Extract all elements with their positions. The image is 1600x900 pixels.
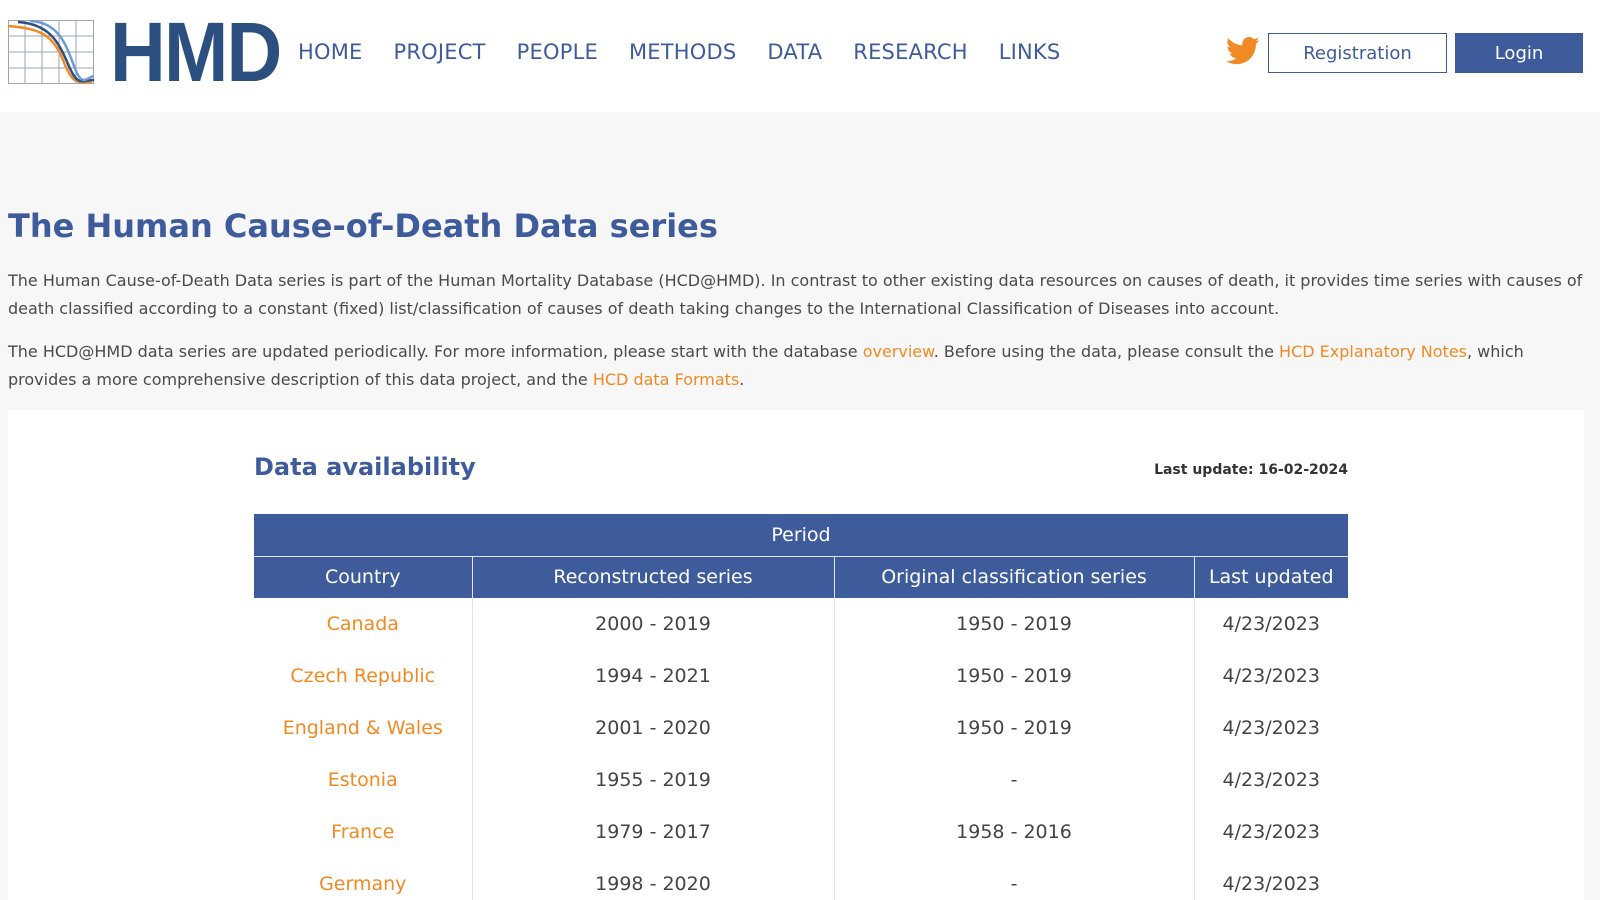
col-header-country: Country [254, 556, 472, 598]
reconstructed-cell: 1998 - 2020 [471, 858, 834, 900]
country-link[interactable]: England & Wales [254, 702, 472, 754]
overview-link[interactable]: overview [863, 342, 934, 361]
original-cell: 1958 - 2016 [833, 806, 1194, 858]
logo-text: HMD [110, 5, 282, 99]
col-header-original: Original classification series [833, 556, 1194, 598]
registration-button[interactable]: Registration [1268, 33, 1447, 73]
last-updated-cell: 4/23/2023 [1193, 806, 1348, 858]
nav-methods[interactable]: METHODS [629, 38, 736, 66]
original-cell: - [833, 754, 1194, 806]
main-nav: HOME PROJECT PEOPLE METHODS DATA RESEARC… [298, 38, 1091, 66]
availability-title: Data availability [254, 453, 476, 481]
last-updated-cell: 4/23/2023 [1193, 858, 1348, 900]
reconstructed-cell: 2001 - 2020 [471, 702, 834, 754]
site-header: HMD HOME PROJECT PEOPLE METHODS DATA RES… [0, 0, 1600, 112]
original-cell: 1950 - 2019 [833, 598, 1194, 650]
last-updated-cell: 4/23/2023 [1193, 650, 1348, 702]
col-header-reconstructed: Reconstructed series [471, 556, 834, 598]
country-link[interactable]: Germany [254, 858, 472, 900]
nav-home[interactable]: HOME [298, 38, 363, 66]
reconstructed-cell: 1955 - 2019 [471, 754, 834, 806]
original-cell: - [833, 858, 1194, 900]
column-header-row: Country Reconstructed series Original cl… [254, 556, 1348, 598]
last-update-label: Last update: 16-02-2024 [1154, 462, 1348, 478]
country-link[interactable]: Estonia [254, 754, 472, 806]
data-formats-link[interactable]: HCD data Formats [593, 370, 739, 389]
nav-links[interactable]: LINKS [999, 38, 1061, 66]
page-title: The Human Cause-of-Death Data series [8, 207, 718, 245]
intro-text-d: . [739, 370, 745, 389]
last-updated-cell: 4/23/2023 [1193, 598, 1348, 650]
intro-paragraph-2: The HCD@HMD data series are updated peri… [8, 338, 1588, 394]
nav-people[interactable]: PEOPLE [517, 38, 598, 66]
twitter-icon[interactable] [1226, 36, 1260, 66]
nav-data[interactable]: DATA [767, 38, 822, 66]
table-row: France 1979 - 2017 1958 - 2016 4/23/2023 [254, 806, 1348, 858]
table-row: England & Wales 2001 - 2020 1950 - 2019 … [254, 702, 1348, 754]
reconstructed-cell: 2000 - 2019 [471, 598, 834, 650]
intro-paragraph-1: The Human Cause-of-Death Data series is … [8, 271, 1583, 318]
data-availability-panel: Data availability Last update: 16-02-202… [8, 410, 1584, 900]
period-header: Period [254, 514, 1348, 557]
original-cell: 1950 - 2019 [833, 702, 1194, 754]
country-link[interactable]: Canada [254, 598, 472, 650]
reconstructed-cell: 1994 - 2021 [471, 650, 834, 702]
col-header-last-updated: Last updated [1193, 556, 1348, 598]
table-row: Germany 1998 - 2020 - 4/23/2023 [254, 858, 1348, 900]
table-row: Canada 2000 - 2019 1950 - 2019 4/23/2023 [254, 598, 1348, 650]
period-header-row: Period [254, 514, 1348, 557]
reconstructed-cell: 1979 - 2017 [471, 806, 834, 858]
nav-project[interactable]: PROJECT [394, 38, 486, 66]
login-button[interactable]: Login [1455, 33, 1583, 73]
table-row: Estonia 1955 - 2019 - 4/23/2023 [254, 754, 1348, 806]
original-cell: 1950 - 2019 [833, 650, 1194, 702]
country-link[interactable]: France [254, 806, 472, 858]
country-link[interactable]: Czech Republic [254, 650, 472, 702]
explanatory-notes-link[interactable]: HCD Explanatory Notes [1279, 342, 1467, 361]
intro-text-b: . Before using the data, please consult … [933, 342, 1280, 361]
nav-research[interactable]: RESEARCH [853, 38, 967, 66]
intro-text-a: The HCD@HMD data series are updated peri… [8, 342, 863, 361]
last-updated-cell: 4/23/2023 [1193, 754, 1348, 806]
table-row: Czech Republic 1994 - 2021 1950 - 2019 4… [254, 650, 1348, 702]
availability-table: Period Country Reconstructed series Orig… [254, 514, 1348, 900]
logo-graph-icon [8, 20, 94, 84]
hmd-logo[interactable]: HMD [8, 10, 282, 94]
last-updated-cell: 4/23/2023 [1193, 702, 1348, 754]
